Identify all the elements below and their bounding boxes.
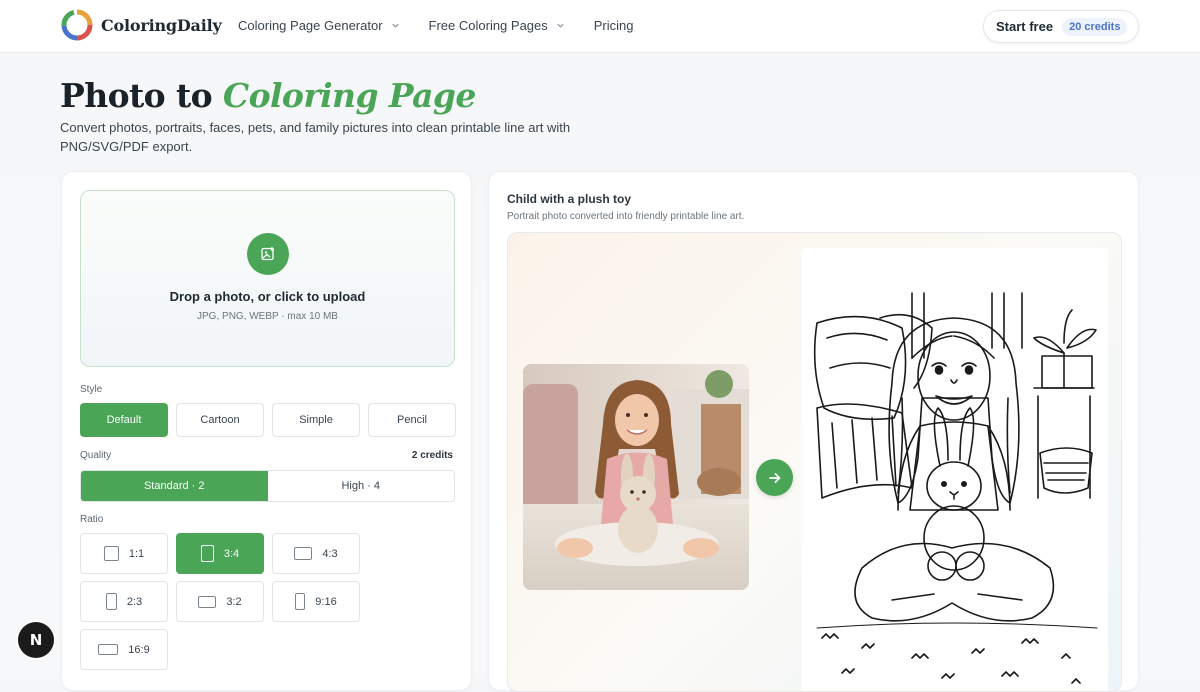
upload-dropzone[interactable]: Drop a photo, or click to upload JPG, PN… — [80, 190, 455, 367]
portrait-ratio-icon — [105, 593, 117, 610]
nav-link-free-pages[interactable]: Free Coloring Pages — [429, 18, 565, 33]
ratio-option-2-3[interactable]: 2:3 — [80, 581, 168, 622]
nav-link-label: Coloring Page Generator — [238, 18, 383, 33]
chevron-down-icon — [391, 23, 399, 28]
brand-name: ColoringDaily — [101, 15, 222, 35]
chevron-down-icon — [557, 23, 564, 28]
ratio-option-label: 1:1 — [128, 547, 145, 560]
style-option-default[interactable]: Default — [80, 403, 168, 437]
example-photo — [523, 364, 749, 590]
brand-logo-icon — [61, 9, 93, 41]
quality-label: Quality — [80, 450, 112, 461]
arrow-right-icon — [756, 459, 793, 496]
example-showcase — [507, 232, 1122, 692]
ratio-option-3-4[interactable]: 3:4 — [176, 533, 264, 574]
style-label: Style — [80, 384, 103, 395]
quality-toggle: Standard · 2 High · 4 — [80, 470, 455, 502]
nav-links: Coloring Page Generator Free Coloring Pa… — [238, 18, 663, 33]
nav-link-label: Free Coloring Pages — [428, 18, 548, 33]
nav-link-pricing[interactable]: Pricing — [594, 18, 634, 33]
ratio-option-4-3[interactable]: 4:3 — [272, 533, 360, 574]
nav-link-label: Pricing — [593, 18, 634, 33]
style-options: Default Cartoon Simple Pencil — [80, 403, 456, 437]
nextjs-dev-badge[interactable]: N — [18, 622, 54, 658]
ratio-option-label: 9:16 — [315, 595, 337, 608]
page-subtitle: Convert photos, portraits, faces, pets, … — [60, 120, 571, 154]
example-subtitle: Portrait photo converted into friendly p… — [507, 211, 745, 222]
example-line-art — [802, 248, 1108, 691]
square-ratio-icon — [103, 546, 119, 561]
landscape-ratio-icon — [98, 644, 119, 655]
ratio-option-9-16[interactable]: 9:16 — [272, 581, 360, 622]
start-free-label: Start free — [996, 19, 1054, 34]
ratio-label: Ratio — [80, 514, 104, 525]
quality-cost: 2 credits — [411, 450, 453, 461]
quality-option-standard[interactable]: Standard · 2 — [81, 471, 268, 501]
nav-link-generator[interactable]: Coloring Page Generator — [238, 18, 400, 33]
page-title: Photo to Coloring Page — [60, 76, 476, 115]
brand[interactable]: ColoringDaily — [61, 9, 222, 41]
page-title-plain: Photo to — [60, 76, 223, 115]
portrait-ratio-icon — [200, 545, 214, 562]
start-free-button[interactable]: Start free 20 credits — [983, 10, 1139, 43]
page-title-accent: Coloring Page — [222, 76, 476, 115]
style-option-pencil[interactable]: Pencil — [368, 403, 456, 437]
ratio-option-label: 2:3 — [126, 595, 143, 608]
ratio-option-label: 16:9 — [128, 643, 150, 656]
ratio-option-16-9[interactable]: 16:9 — [80, 629, 168, 670]
style-option-simple[interactable]: Simple — [272, 403, 360, 437]
ratio-option-label: 4:3 — [322, 547, 338, 560]
example-title: Child with a plush toy — [507, 192, 631, 206]
example-panel: Child with a plush toy Portrait photo co… — [488, 171, 1139, 692]
quality-option-high[interactable]: High · 4 — [268, 471, 455, 501]
ratio-option-label: 3:4 — [223, 547, 240, 560]
top-navbar: ColoringDaily Coloring Page Generator Fr… — [0, 0, 1200, 53]
portrait-ratio-icon — [295, 593, 306, 610]
generator-panel: Drop a photo, or click to upload JPG, PN… — [61, 171, 472, 691]
ratio-options: 1:1 3:4 4:3 2:3 3:2 9:16 16:9 — [80, 533, 455, 670]
ratio-option-label: 3:2 — [226, 595, 242, 608]
landscape-ratio-icon — [294, 547, 313, 560]
landscape-ratio-icon — [198, 595, 217, 608]
ratio-option-3-2[interactable]: 3:2 — [176, 581, 264, 622]
upload-image-icon — [247, 233, 289, 275]
credits-badge: 20 credits — [1062, 17, 1128, 36]
style-option-cartoon[interactable]: Cartoon — [176, 403, 264, 437]
upload-hint: JPG, PNG, WEBP · max 10 MB — [197, 311, 338, 322]
upload-title: Drop a photo, or click to upload — [169, 289, 366, 304]
ratio-option-1-1[interactable]: 1:1 — [80, 533, 168, 574]
